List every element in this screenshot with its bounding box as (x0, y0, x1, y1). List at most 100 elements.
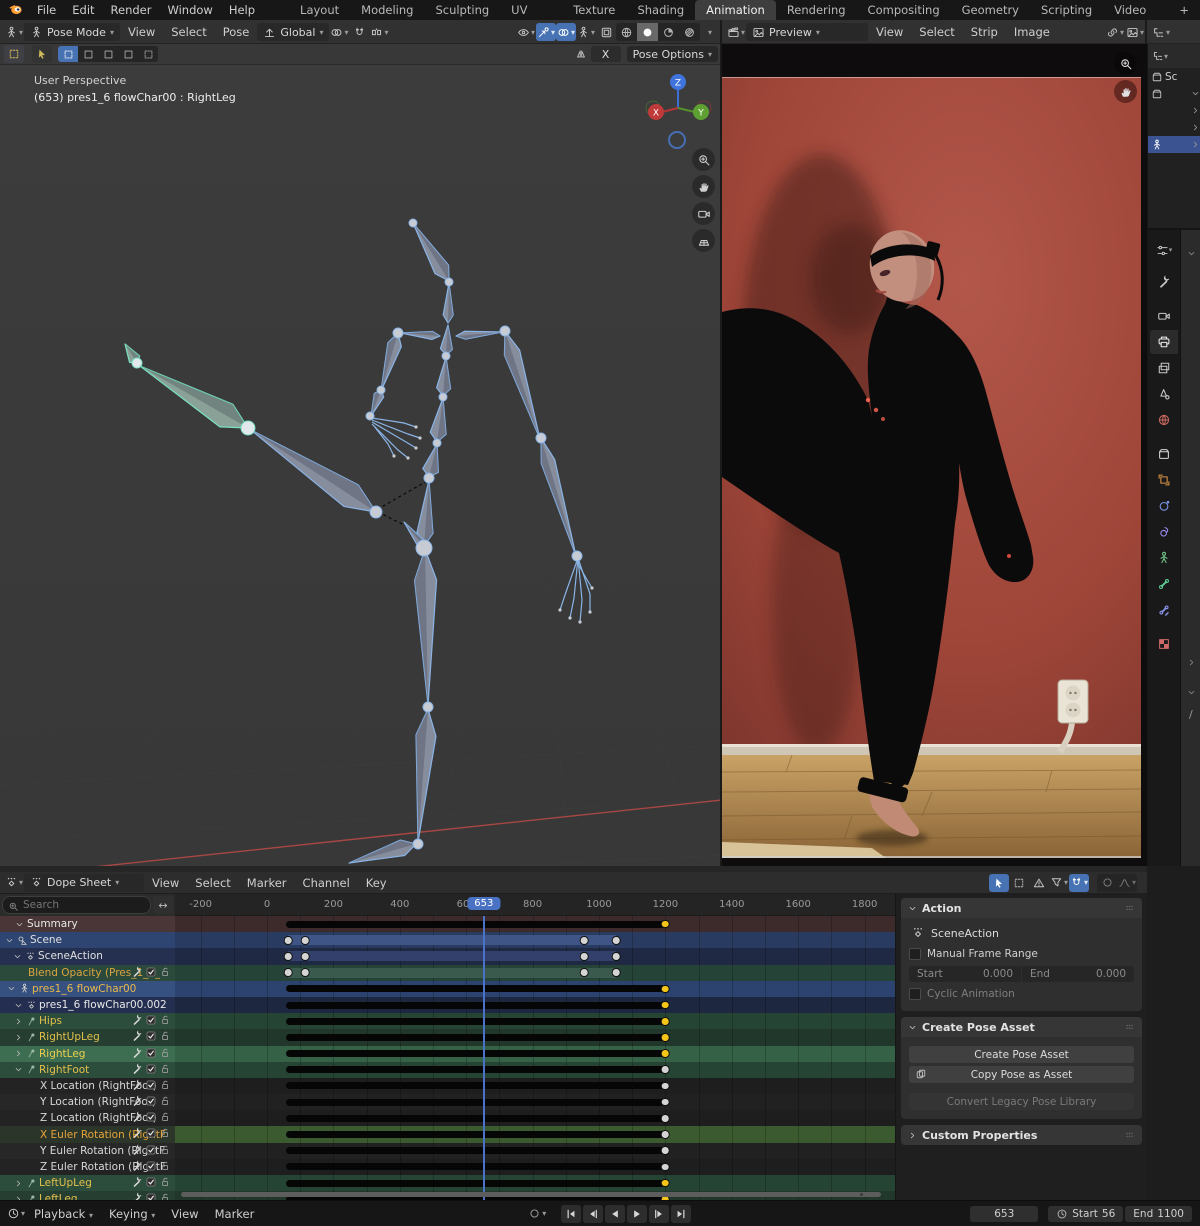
dope-menu-channel[interactable]: Channel (295, 876, 358, 890)
app-menu-help[interactable]: Help (221, 3, 263, 17)
action-name[interactable]: SceneAction (931, 927, 999, 940)
keyframe[interactable] (612, 936, 621, 945)
channel-pres1-6-flowchar00-002[interactable]: pres1_6 flowChar00.002 (0, 997, 175, 1013)
navigation-gizmo[interactable]: Z X Y (636, 64, 722, 154)
preview-menu-strip[interactable]: Strip (963, 25, 1006, 39)
armature-joint[interactable] (413, 839, 423, 849)
properties-tab-particles[interactable] (1150, 520, 1178, 544)
outliner-row-0[interactable]: Sc (1148, 68, 1200, 85)
keyframe-lane[interactable] (175, 916, 895, 932)
preview-menu-view[interactable]: View (868, 25, 911, 39)
workspace-tab-scripting[interactable]: Scripting (1030, 0, 1103, 20)
hide-channels-filter[interactable] (1009, 874, 1029, 892)
armature-joint[interactable] (370, 506, 382, 518)
preview-pan-button[interactable] (1114, 80, 1137, 103)
properties-tab-tool[interactable] (1150, 270, 1178, 294)
zoom-in-button[interactable] (692, 148, 715, 171)
outliner-row-2[interactable] (1148, 102, 1200, 119)
outliner-row-1[interactable] (1148, 85, 1200, 102)
filter-dropdown[interactable]: ▾ (1049, 874, 1069, 892)
snap-toggle[interactable] (349, 23, 369, 41)
properties-tab-scene[interactable] (1150, 382, 1178, 406)
keyframe-lane[interactable] (175, 1126, 895, 1142)
armature-joint[interactable] (439, 393, 447, 401)
subtract-select-mode[interactable] (118, 46, 138, 62)
material-shading[interactable] (658, 23, 679, 41)
viewport-canvas[interactable] (0, 65, 722, 866)
channel-z-location-rightfoot-[interactable]: Z Location (RightFoot) (0, 1110, 175, 1126)
snap-settings-dropdown[interactable]: ▾ (369, 23, 389, 41)
properties-tab-object-data[interactable] (1150, 546, 1178, 570)
properties-tab-bone[interactable] (1150, 572, 1178, 596)
keyframe[interactable] (284, 952, 293, 961)
keyframe[interactable] (661, 1082, 670, 1091)
keyframe-lane[interactable] (175, 948, 895, 964)
channel-scene[interactable]: Scene (0, 932, 175, 948)
keyframe-lane[interactable] (175, 965, 895, 981)
keyframe[interactable] (284, 936, 293, 945)
create-pose-asset-button[interactable]: Create Pose Asset (909, 1046, 1134, 1063)
app-menu-edit[interactable]: Edit (64, 3, 102, 17)
workspace-tab-uv-editing[interactable]: UV Editing (500, 0, 562, 20)
copy-pose-as-asset-button[interactable]: Copy Pose as Asset (909, 1066, 1134, 1083)
dope-menu-key[interactable]: Key (358, 876, 395, 890)
keyframe[interactable] (580, 936, 589, 945)
keyframe[interactable] (301, 968, 310, 977)
workspace-tab-shading[interactable]: Shading (626, 0, 695, 20)
app-menu-render[interactable]: Render (103, 3, 160, 17)
armature-joint[interactable] (393, 328, 403, 338)
keyframe[interactable] (661, 1146, 670, 1155)
proportional-editing-toggle[interactable] (1097, 874, 1117, 892)
viewport-menu-pose[interactable]: Pose (215, 25, 258, 39)
outliner-row-4[interactable] (1148, 136, 1200, 153)
solid-shading[interactable] (637, 23, 658, 41)
horizontal-scrollbar[interactable] (181, 1192, 881, 1197)
extend-select-mode[interactable] (98, 46, 118, 62)
armature-joint[interactable] (424, 473, 434, 483)
keyframe[interactable] (301, 952, 310, 961)
channel-sceneaction[interactable]: SceneAction (0, 948, 175, 964)
keyframe[interactable] (612, 968, 621, 977)
pose-display-dropdown[interactable]: ▾ (576, 23, 596, 41)
armature-joint[interactable] (572, 551, 582, 561)
keyframe-lane[interactable] (175, 932, 895, 948)
workspace-tab-sculpting[interactable]: Sculpting (424, 0, 500, 20)
preview-menu-image[interactable]: Image (1006, 25, 1058, 39)
preview-menu-select[interactable]: Select (911, 25, 962, 39)
tweak-select-mode[interactable] (58, 46, 78, 62)
transform-orientation-dropdown[interactable]: Global▾ (257, 23, 329, 41)
workspace-tab-+[interactable]: + (1168, 0, 1200, 20)
manual-frame-range-checkbox[interactable]: Manual Frame Range (909, 948, 1134, 960)
workspace-tab-modeling[interactable]: Modeling (350, 0, 424, 20)
keyframe-lane[interactable] (175, 1175, 895, 1191)
armature-joint[interactable] (445, 278, 453, 286)
app-menu-file[interactable]: File (29, 3, 64, 17)
armature-joint[interactable] (132, 358, 142, 368)
keyframe-lane[interactable] (175, 1062, 895, 1078)
properties-tab-collection[interactable] (1150, 442, 1178, 466)
keyframe-lane[interactable] (175, 1046, 895, 1062)
properties-tab-world[interactable] (1150, 408, 1178, 432)
end-field[interactable]: End0.000 (1022, 966, 1134, 982)
channel-blend-opacity-pres-1-6-[interactable]: Blend Opacity (Pres_1_6_ (0, 965, 175, 981)
keyframe[interactable] (661, 985, 670, 994)
channel-hips[interactable]: Hips (0, 1013, 175, 1029)
keyframe[interactable] (661, 1179, 670, 1188)
keyframe-lane[interactable] (175, 1159, 895, 1175)
pivot-point-dropdown[interactable]: ▾ (329, 23, 349, 41)
keyframe[interactable] (661, 1065, 670, 1074)
playhead-frame-badge[interactable]: 653 (467, 897, 500, 910)
channel-x-euler-rotation-rightf[interactable]: X Euler Rotation (RightF (0, 1126, 175, 1142)
channel-rightupleg[interactable]: RightUpLeg (0, 1029, 175, 1045)
dope-menu-select[interactable]: Select (187, 876, 238, 890)
channel-leftleg[interactable]: LeftLeg (0, 1191, 175, 1200)
workspace-tab-texture-paint[interactable]: Texture Paint (562, 0, 626, 20)
falloff-dropdown[interactable]: ▾ (1117, 874, 1137, 892)
only-selected-filter[interactable] (989, 874, 1009, 892)
keyframe[interactable] (661, 1130, 670, 1139)
only-errors-filter[interactable] (1029, 874, 1049, 892)
finger-bone[interactable] (374, 426, 394, 456)
properties-tab-render[interactable] (1150, 304, 1178, 328)
keyframe-lane[interactable] (175, 1143, 895, 1159)
xray-toggle[interactable] (596, 23, 616, 41)
